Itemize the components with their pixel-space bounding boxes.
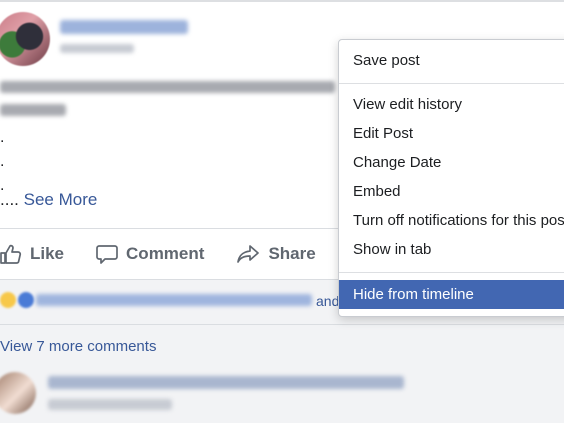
- post-text-line-blurred: [0, 81, 335, 93]
- like-label: Like: [30, 244, 65, 263]
- menu-item-show-in-tab[interactable]: Show in tab: [339, 235, 564, 264]
- menu-separator: [339, 272, 564, 273]
- share-label: Share: [268, 244, 316, 263]
- share-arrow-icon: [237, 245, 260, 263]
- post-dot: .: [0, 129, 5, 146]
- top-border: [0, 0, 564, 2]
- menu-separator: [339, 83, 564, 84]
- menu-item-embed[interactable]: Embed: [339, 177, 564, 206]
- reactions-summary[interactable]: [0, 290, 36, 310]
- post-dot: .: [0, 153, 5, 170]
- author-name-blurred[interactable]: [60, 20, 188, 34]
- see-more-link[interactable]: See More: [24, 190, 98, 209]
- thumbs-up-icon: [0, 244, 22, 264]
- post-options-menu: Save post View edit history Edit Post Ch…: [338, 39, 564, 317]
- reactions-divider: [0, 324, 564, 325]
- menu-item-edit-post[interactable]: Edit Post: [339, 119, 564, 148]
- comment-text-blurred: [48, 376, 404, 389]
- post-ellipsis: ....: [0, 190, 19, 209]
- reaction-like-icon: [18, 292, 34, 308]
- comment-button[interactable]: Comment: [96, 244, 204, 264]
- comment-meta-blurred: [48, 399, 172, 410]
- view-more-comments-link[interactable]: View 7 more comments: [0, 338, 156, 355]
- menu-item-save-post[interactable]: Save post: [339, 46, 564, 75]
- menu-item-turn-off-notifications[interactable]: Turn off notifications for this post: [339, 206, 564, 235]
- menu-item-change-date[interactable]: Change Date: [339, 148, 564, 177]
- menu-item-view-edit-history[interactable]: View edit history: [339, 90, 564, 119]
- reactions-and-text: and: [316, 293, 340, 309]
- comment-label: Comment: [126, 244, 205, 263]
- post-time-blurred[interactable]: [60, 44, 134, 53]
- menu-item-hide-from-timeline[interactable]: Hide from timeline: [339, 280, 564, 309]
- see-more-row: .... See More: [0, 190, 97, 210]
- reactors-names-blurred[interactable]: [36, 294, 312, 306]
- post-dots: . . .: [0, 126, 4, 198]
- post-actions-bar: Like Comment Share: [0, 236, 348, 272]
- comment-bubble-icon: [96, 245, 118, 264]
- like-button[interactable]: Like: [0, 244, 64, 264]
- author-avatar[interactable]: [0, 12, 50, 66]
- post-text-line-blurred: [0, 104, 66, 116]
- reaction-haha-icon: [0, 292, 16, 308]
- share-button[interactable]: Share: [236, 244, 316, 264]
